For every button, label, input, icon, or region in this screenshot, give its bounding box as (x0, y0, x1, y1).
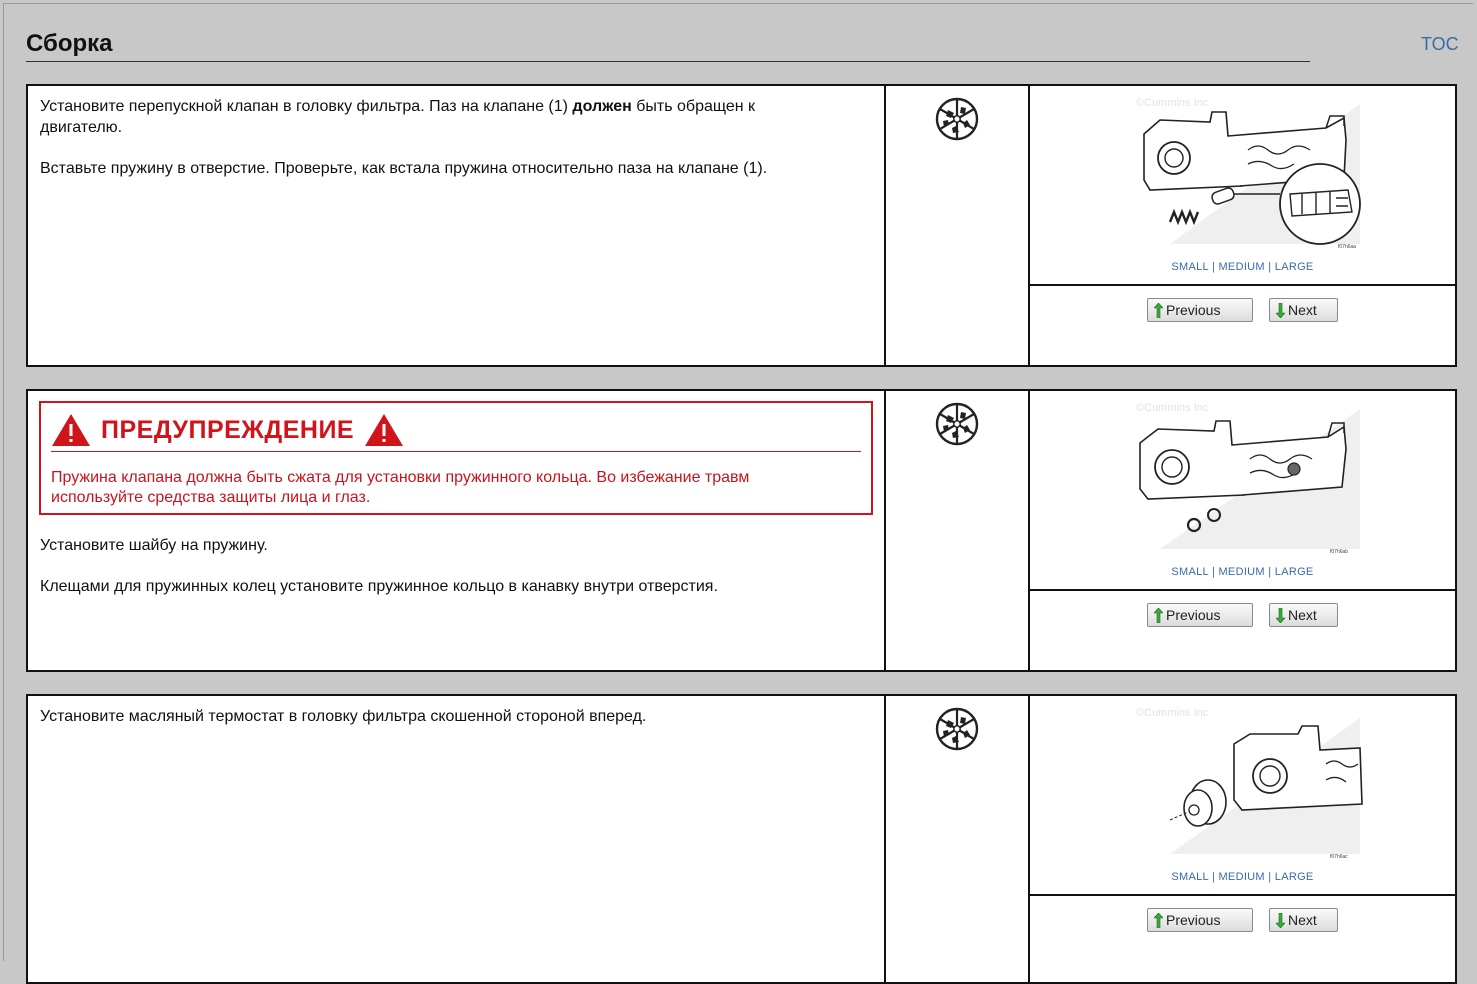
filter-head-illustration[interactable]: ©Cummins Inc f07h6ac (1130, 704, 1370, 866)
instruction-paragraph: Вставьте пружину в отверстие. Проверьте,… (40, 160, 768, 177)
toc-link[interactable]: TOC (1421, 34, 1459, 55)
svg-text:©Cummins Inc: ©Cummins Inc (1136, 97, 1209, 109)
instruction-paragraph: Установите шайбу на пружину. (40, 537, 268, 554)
page-header: Сборка (26, 26, 1310, 62)
instruction-paragraph: Установите масляный термостат в головку … (40, 708, 647, 725)
instruction-paragraph: Клещами для пружинных колец установите п… (40, 578, 718, 595)
warning-title: ПРЕДУПРЕЖДЕНИЕ (101, 415, 355, 444)
illustration-cell: ©Cummins Inc f07h6ab SMALL | MEDIUM | LA… (1030, 391, 1455, 591)
filter-head-illustration[interactable]: ©Cummins Inc f07h6aa (1130, 94, 1370, 256)
warning-triangle-icon (365, 414, 404, 446)
previous-button[interactable]: Previous (1147, 603, 1253, 627)
svg-text:f07h6aa: f07h6aa (1338, 244, 1356, 250)
size-medium-link[interactable]: MEDIUM (1218, 566, 1264, 578)
size-medium-link[interactable]: MEDIUM (1218, 261, 1264, 273)
svg-text:f07h6ab: f07h6ab (1330, 549, 1348, 555)
step-media: ©Cummins Inc f07h6ab SMALL | MEDIUM | LA… (1030, 391, 1455, 670)
warning-triangle-icon (52, 414, 90, 446)
warning-text: Пружина клапана должна быть сжата для ус… (51, 469, 750, 506)
arrow-up-icon (1154, 302, 1163, 318)
instruction-paragraph: Установите перепускной клапан в головку … (40, 98, 756, 136)
image-size-links: SMALL | MEDIUM | LARGE (1030, 261, 1455, 273)
step-media: ©Cummins Inc f07h6ac SMALL | MEDIUM | LA… (1030, 696, 1455, 982)
size-separator: | (1211, 566, 1216, 578)
previous-button[interactable]: Previous (1147, 298, 1253, 322)
step-instructions: Установите перепускной клапан в головку … (28, 86, 886, 365)
svg-text:f07h6ac: f07h6ac (1330, 854, 1348, 860)
arrow-down-icon (1276, 912, 1285, 928)
arrow-down-icon (1276, 302, 1285, 318)
previous-button[interactable]: Previous (1147, 908, 1253, 932)
size-separator: | (1268, 261, 1272, 273)
size-small-link[interactable]: SMALL (1171, 261, 1208, 273)
size-small-link[interactable]: SMALL (1171, 871, 1208, 883)
size-large-link[interactable]: LARGE (1275, 261, 1314, 273)
procedure-step-1: Установите перепускной клапан в головку … (26, 84, 1457, 367)
step-media: ©Cummins Inc f07h6aa SMALL | MEDIUM | LA… (1030, 86, 1455, 365)
filter-head-illustration[interactable]: ©Cummins Inc f07h6ab (1130, 399, 1370, 561)
step-navigation: Previous Next (1030, 603, 1455, 633)
step-navigation: Previous Next (1030, 298, 1455, 328)
arrow-up-icon (1154, 607, 1163, 623)
step-instructions: ПРЕДУПРЕЖДЕНИЕ Пружина клапана должна бы… (28, 391, 886, 670)
svg-text:©Cummins Inc: ©Cummins Inc (1136, 402, 1209, 414)
next-button[interactable]: Next (1269, 908, 1338, 932)
size-large-link[interactable]: LARGE (1275, 871, 1314, 883)
svg-text:©Cummins Inc: ©Cummins Inc (1136, 707, 1209, 719)
size-separator: | (1211, 871, 1216, 883)
arrow-down-icon (1276, 607, 1285, 623)
step-tool-cell (886, 696, 1030, 982)
step-instructions: Установите масляный термостат в головку … (28, 696, 886, 982)
page-title: Сборка (26, 30, 113, 57)
next-button[interactable]: Next (1269, 298, 1338, 322)
size-separator: | (1211, 261, 1216, 273)
size-separator: | (1268, 566, 1272, 578)
size-separator: | (1268, 871, 1272, 883)
next-button[interactable]: Next (1269, 603, 1338, 627)
size-medium-link[interactable]: MEDIUM (1218, 871, 1264, 883)
size-large-link[interactable]: LARGE (1275, 566, 1314, 578)
size-small-link[interactable]: SMALL (1171, 566, 1208, 578)
step-navigation: Previous Next (1030, 908, 1455, 938)
warning-box: ПРЕДУПРЕЖДЕНИЕ Пружина клапана должна бы… (39, 401, 873, 515)
arrow-up-icon (1154, 912, 1163, 928)
warning-header: ПРЕДУПРЕЖДЕНИЕ (51, 413, 861, 452)
illustration-cell: ©Cummins Inc f07h6aa SMALL | MEDIUM | LA… (1030, 86, 1455, 286)
procedure-step-3: Установите масляный термостат в головку … (26, 694, 1457, 984)
tools-icon[interactable] (934, 96, 980, 142)
tools-icon[interactable] (934, 401, 980, 447)
procedure-step-2: ПРЕДУПРЕЖДЕНИЕ Пружина клапана должна бы… (26, 389, 1457, 672)
image-size-links: SMALL | MEDIUM | LARGE (1030, 566, 1455, 578)
tools-icon[interactable] (934, 706, 980, 752)
step-tool-cell (886, 391, 1030, 670)
step-tool-cell (886, 86, 1030, 365)
image-size-links: SMALL | MEDIUM | LARGE (1030, 871, 1455, 883)
illustration-cell: ©Cummins Inc f07h6ac SMALL | MEDIUM | LA… (1030, 696, 1455, 896)
